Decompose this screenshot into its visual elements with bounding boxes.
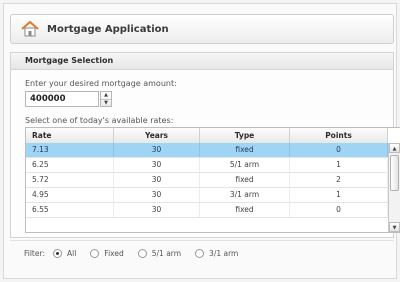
amount-input[interactable]: 400000	[25, 91, 99, 107]
column-header-years[interactable]: Years	[114, 128, 200, 143]
scroll-up-icon[interactable]: ▲	[389, 143, 400, 153]
table-header: Rate Years Type Points	[26, 128, 388, 144]
cell-points: 1	[290, 158, 388, 172]
rates-prompt: Select one of today's available rates:	[25, 116, 174, 125]
cell-type: fixed	[200, 173, 290, 187]
panel-header: Mortgage Selection	[11, 53, 393, 70]
cell-rate: 6.55	[26, 203, 114, 217]
rates-table[interactable]: Rate Years Type Points 7.13 30 fixed 0 6…	[25, 127, 400, 233]
table-row[interactable]: 6.25 30 5/1 arm 1	[26, 158, 388, 173]
cell-points: 1	[290, 188, 388, 202]
cell-points: 2	[290, 173, 388, 187]
cell-type: fixed	[200, 143, 290, 157]
filter-option-label: All	[66, 249, 77, 258]
filter-option-label: 5/1 arm	[151, 249, 182, 258]
cell-rate: 5.72	[26, 173, 114, 187]
column-header-rate[interactable]: Rate	[26, 128, 114, 143]
amount-spinner[interactable]: ▲ ▼	[100, 91, 112, 107]
mortgage-selection-panel: Mortgage Selection Enter your desired mo…	[10, 52, 400, 238]
filter-bar: Filter: All Fixed 5/1 arm 3/1 arm	[10, 240, 394, 266]
table-body: 7.13 30 fixed 0 6.25 30 5/1 arm 1 5.72 3…	[26, 143, 388, 218]
scroll-thumb[interactable]	[390, 155, 399, 191]
cell-points: 0	[290, 203, 388, 217]
table-row[interactable]: 7.13 30 fixed 0	[26, 143, 388, 158]
cell-years: 30	[114, 158, 200, 172]
amount-prompt: Enter your desired mortgage amount:	[25, 79, 177, 88]
cell-years: 30	[114, 173, 200, 187]
cell-type: fixed	[200, 203, 290, 217]
home-icon[interactable]	[19, 19, 41, 39]
down-arrow-icon[interactable]: ▼	[101, 100, 111, 107]
radio-button-icon[interactable]	[90, 249, 100, 258]
cell-points: 0	[290, 143, 388, 157]
filter-radio-all[interactable]: All	[52, 249, 77, 258]
cell-type: 3/1 arm	[200, 188, 290, 202]
radio-button-icon[interactable]	[137, 249, 147, 258]
radio-button-icon[interactable]	[195, 249, 205, 258]
filter-radio-fixed[interactable]: Fixed	[90, 249, 124, 258]
cell-rate: 7.13	[26, 143, 114, 157]
scroll-down-icon[interactable]: ▼	[389, 222, 400, 232]
column-header-type[interactable]: Type	[200, 128, 290, 143]
cell-years: 30	[114, 143, 200, 157]
table-row[interactable]: 6.55 30 fixed 0	[26, 203, 388, 218]
window-title: Mortgage Application	[47, 23, 169, 35]
filter-radio-5-1-arm[interactable]: 5/1 arm	[137, 249, 182, 258]
filter-label: Filter:	[24, 249, 45, 258]
table-row[interactable]: 4.95 30 3/1 arm 1	[26, 188, 388, 203]
cell-years: 30	[114, 203, 200, 217]
table-row[interactable]: 5.72 30 fixed 2	[26, 173, 388, 188]
filter-option-label: Fixed	[104, 249, 124, 258]
filter-option-label: 3/1 arm	[209, 249, 239, 258]
filter-radio-3-1-arm[interactable]: 3/1 arm	[195, 249, 238, 258]
cell-rate: 4.95	[26, 188, 114, 202]
radio-button-icon[interactable]	[52, 249, 62, 258]
cell-type: 5/1 arm	[200, 158, 290, 172]
title-bar: Mortgage Application	[10, 14, 394, 44]
cell-years: 30	[114, 188, 200, 202]
vertical-scrollbar[interactable]: ▲ ▼	[388, 143, 400, 232]
column-header-points[interactable]: Points	[290, 128, 388, 143]
cell-rate: 6.25	[26, 158, 114, 172]
up-arrow-icon[interactable]: ▲	[101, 92, 111, 100]
